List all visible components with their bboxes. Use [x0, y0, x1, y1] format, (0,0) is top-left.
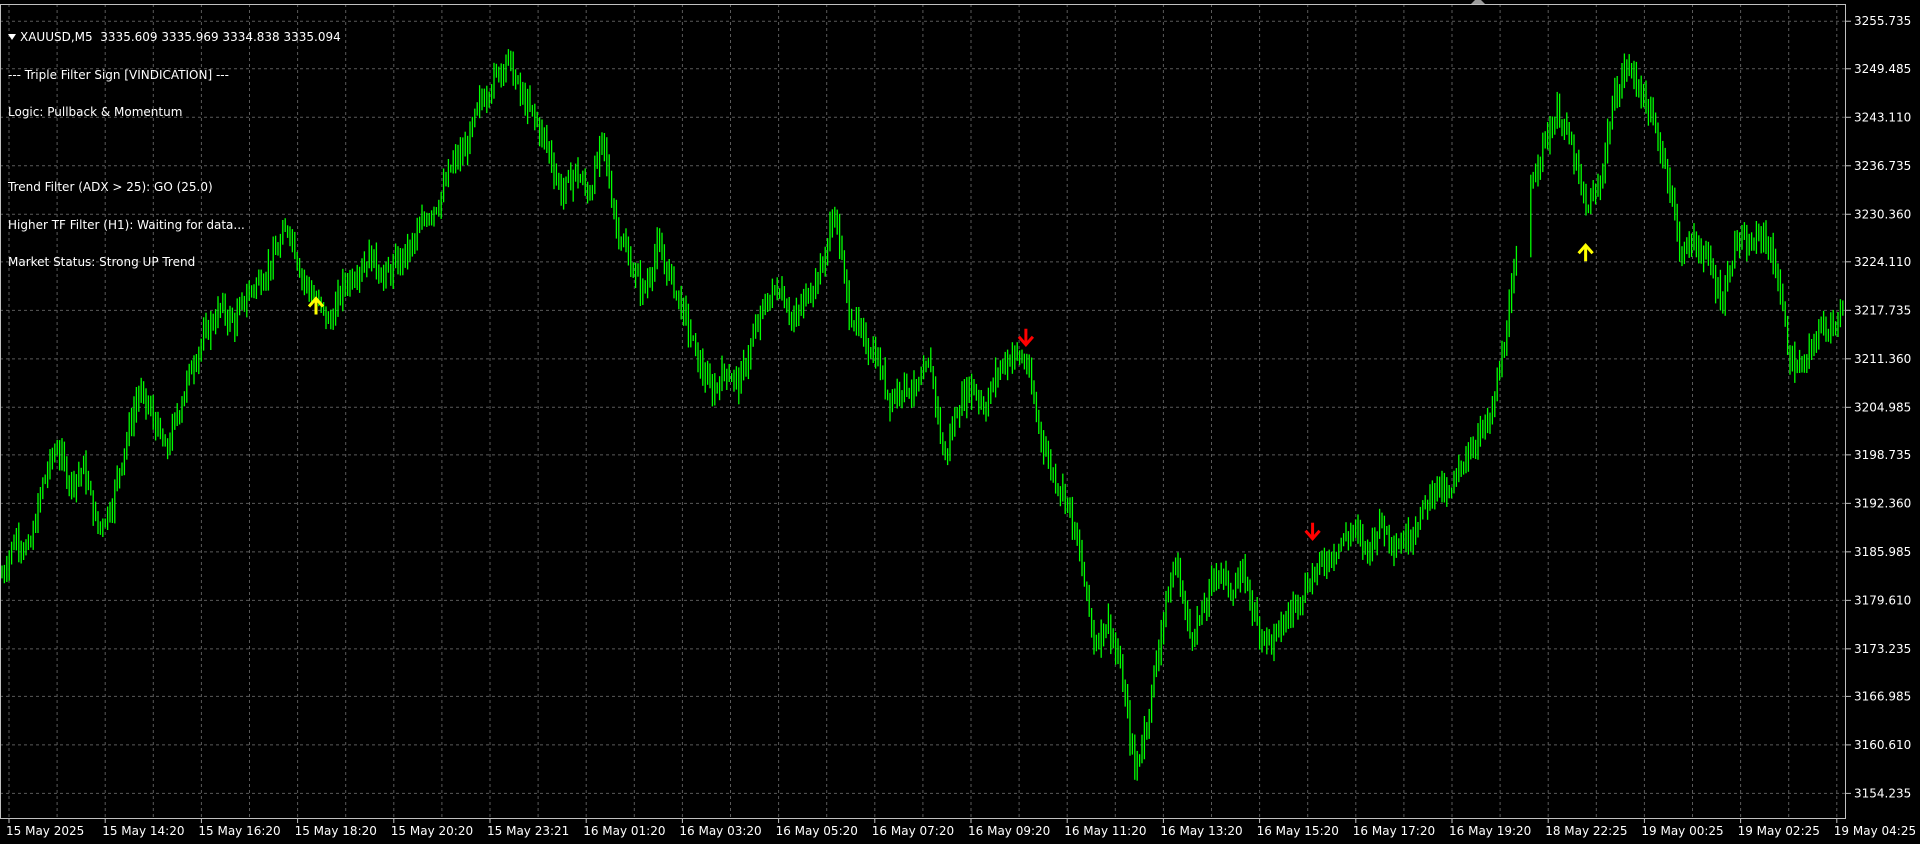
y-tick-label: 3185.985 [1854, 545, 1911, 559]
symbol-line: XAUUSD,M5 3335.609 3335.969 3334.838 333… [20, 30, 341, 44]
x-tick-label: 19 May 00:25 [1641, 824, 1723, 838]
x-tick-label: 16 May 11:20 [1064, 824, 1146, 838]
x-tick-label: 16 May 13:20 [1160, 824, 1242, 838]
x-tick-label: 16 May 03:20 [679, 824, 761, 838]
y-tick-label: 3160.610 [1854, 738, 1911, 752]
x-tick-label: 16 May 15:20 [1257, 824, 1339, 838]
y-tick-label: 3236.735 [1854, 159, 1911, 173]
x-tick-label: 15 May 20:20 [391, 824, 473, 838]
collapse-triangle-icon[interactable] [8, 34, 16, 40]
x-tick-label: 15 May 14:20 [102, 824, 184, 838]
y-tick-label: 3173.235 [1854, 642, 1911, 656]
y-tick-label: 3249.485 [1854, 62, 1911, 76]
x-tick-label: 19 May 02:25 [1738, 824, 1820, 838]
x-tick-label: 15 May 23:21 [487, 824, 569, 838]
y-tick-label: 3243.110 [1854, 110, 1911, 124]
x-tick-label: 16 May 07:20 [872, 824, 954, 838]
indicator-name: --- Triple Filter Sign [VINDICATION] --- [8, 67, 229, 82]
y-tick-label: 3255.735 [1854, 14, 1911, 28]
x-tick-label: 16 May 09:20 [968, 824, 1050, 838]
y-tick-label: 3166.985 [1854, 689, 1911, 703]
x-tick-label: 16 May 17:20 [1353, 824, 1435, 838]
x-tick-label: 19 May 04:25 [1834, 824, 1916, 838]
x-tick-label: 15 May 2025 [6, 824, 84, 838]
y-tick-label: 3230.360 [1854, 207, 1911, 221]
y-tick-label: 3198.735 [1854, 448, 1911, 462]
y-tick-label: 3179.610 [1854, 593, 1911, 607]
x-tick-label: 16 May 01:20 [583, 824, 665, 838]
y-tick-label: 3204.985 [1854, 400, 1911, 414]
x-tick-label: 15 May 16:20 [198, 824, 280, 838]
higher-tf-filter-text: Higher TF Filter (H1): Waiting for data.… [8, 217, 245, 232]
y-tick-label: 3192.360 [1854, 496, 1911, 510]
x-tick-label: 16 May 05:20 [776, 824, 858, 838]
y-tick-label: 3211.360 [1854, 352, 1911, 366]
y-tick-label: 3224.110 [1854, 255, 1911, 269]
market-status-text: Market Status: Strong UP Trend [8, 255, 196, 269]
trend-filter-text: Trend Filter (ADX > 25): GO (25.0) [8, 180, 213, 194]
x-tick-label: 18 May 22:25 [1545, 824, 1627, 838]
y-tick-label: 3154.235 [1854, 786, 1911, 800]
logic-text: Logic: Pullback & Momentum [8, 105, 183, 119]
x-tick-label: 16 May 19:20 [1449, 824, 1531, 838]
chart-info-overlay: XAUUSD,M5 3335.609 3335.969 3334.838 333… [8, 6, 341, 281]
x-tick-label: 15 May 18:20 [295, 824, 377, 838]
y-tick-label: 3217.735 [1854, 303, 1911, 317]
symbol-info-row: XAUUSD,M5 3335.609 3335.969 3334.838 333… [8, 31, 341, 44]
